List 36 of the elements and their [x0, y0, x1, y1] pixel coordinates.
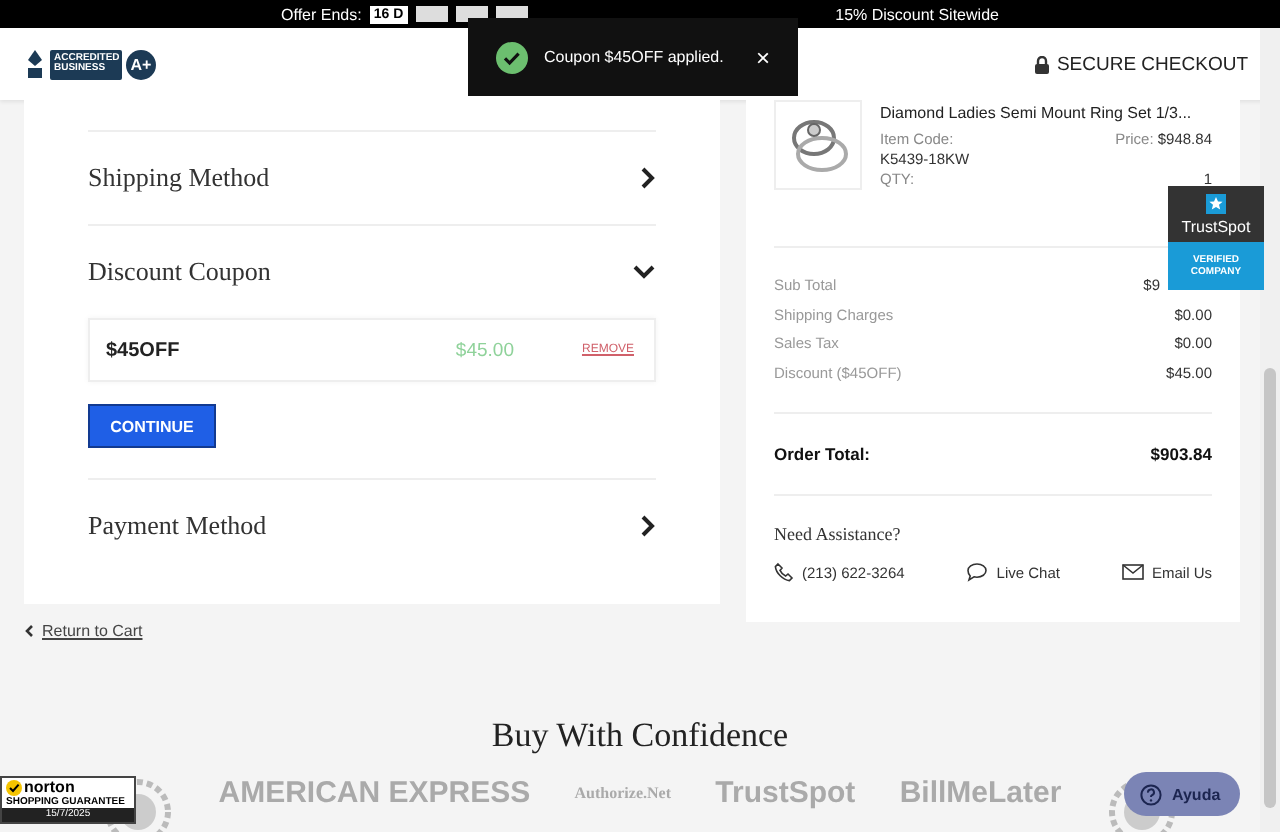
chat-bubble-icon [966, 562, 989, 582]
section-heading[interactable]: Discount Coupon [88, 256, 271, 288]
assistance-heading: Need Assistance? [774, 524, 903, 544]
help-button[interactable]: Ayuda [1124, 772, 1241, 816]
partner-logo: AMERICAN EXPRESS [218, 776, 531, 810]
offer-label: Offer Ends: [281, 5, 362, 23]
checkmark-icon [6, 779, 22, 795]
norton-brand: norton [24, 778, 75, 796]
toast-message: Coupon $45OFF applied. [544, 48, 724, 66]
section-heading[interactable]: Payment Method [88, 510, 267, 542]
phone-icon [774, 562, 794, 582]
secure-checkout-label: SECURE CHECKOUT [1056, 53, 1248, 75]
continue-button[interactable]: CONTINUE [88, 404, 216, 448]
check-circle-icon [496, 41, 528, 73]
section-heading[interactable]: Shipping Method [88, 162, 270, 194]
coupon-code: $45OFF [106, 339, 182, 361]
rating-badge: A+ [126, 49, 156, 79]
total-value: $903.84 [1150, 444, 1212, 464]
close-button[interactable]: × [755, 43, 770, 71]
promo-message: 15% Discount Sitewide [835, 5, 999, 23]
total-label: Order Total: [774, 444, 871, 464]
section-heading: Buy With Confidence [489, 716, 791, 756]
envelope-icon [1121, 564, 1144, 580]
badge-name: TrustSpot [1181, 218, 1251, 236]
countdown-box [415, 6, 448, 22]
lock-icon [1034, 55, 1051, 73]
star-icon [1206, 194, 1226, 214]
partner-logo: TrustSpot [715, 776, 856, 810]
product-title: Diamond Ladies Semi Mount Ring Set 1/3... [880, 104, 1194, 122]
trustspot-badge[interactable]: TrustSpot [1168, 186, 1264, 242]
partner-logo: BillMeLater [899, 776, 1062, 810]
coupon-amount: $45.00 [455, 339, 514, 361]
return-link[interactable]: Return to Cart [42, 622, 143, 640]
help-icon [1140, 783, 1162, 805]
chevron-left-icon [24, 624, 34, 638]
partner-logo: Authorize.Net [574, 782, 671, 806]
